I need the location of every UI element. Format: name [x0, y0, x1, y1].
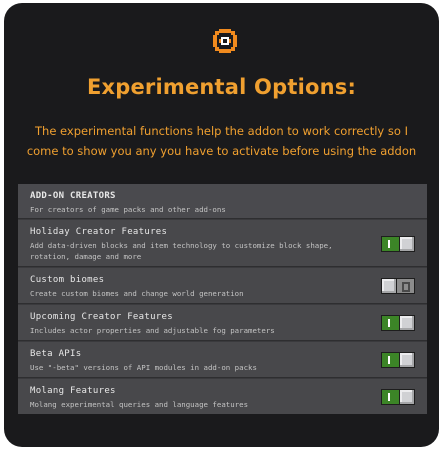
toggle-knob: [399, 236, 415, 252]
page-subtitle: The experimental functions help the addo…: [26, 124, 417, 158]
section-header: ADD-ON CREATORS For creators of game pac…: [18, 184, 427, 219]
option-title: Custom biomes: [30, 275, 105, 285]
toggle-state-icon: [402, 282, 410, 292]
option-row-holiday-creator-features: Holiday Creator Features Add data-driven…: [18, 220, 427, 267]
section-title: ADD-ON CREATORS: [30, 191, 116, 201]
beta-apis-toggle[interactable]: [381, 352, 415, 368]
option-row-custom-biomes: Custom biomes Create custom biomes and c…: [18, 268, 427, 304]
option-title: Holiday Creator Features: [30, 227, 168, 237]
custom-biomes-toggle[interactable]: [381, 278, 415, 294]
addon-logo-icon: [211, 27, 239, 55]
option-description: Create custom biomes and change world ge…: [30, 289, 244, 298]
section-description: For creators of game packs and other add…: [30, 205, 226, 214]
option-description: Includes actor properties and adjustable…: [30, 326, 275, 335]
option-row-upcoming-creator-features: Upcoming Creator Features Includes actor…: [18, 305, 427, 341]
upcoming-creator-features-toggle[interactable]: [381, 315, 415, 331]
toggle-state-icon: [388, 356, 390, 364]
option-description: Use "-beta" versions of API modules in a…: [30, 363, 257, 372]
toggle-state-icon: [388, 240, 390, 248]
toggle-knob: [399, 352, 415, 368]
toggle-state-icon: [388, 393, 390, 401]
toggle-knob: [381, 278, 397, 294]
toggle-state-icon: [388, 319, 390, 327]
option-row-beta-apis: Beta APIs Use "-beta" versions of API mo…: [18, 342, 427, 378]
holiday-creator-features-toggle[interactable]: [381, 236, 415, 252]
option-row-molang-features: Molang Features Molang experimental quer…: [18, 379, 427, 414]
molang-features-toggle[interactable]: [381, 389, 415, 405]
option-description: Molang experimental queries and language…: [30, 400, 249, 409]
toggle-knob: [399, 315, 415, 331]
experimental-options-card: Experimental Options: The experimental f…: [4, 3, 439, 447]
toggle-knob: [399, 389, 415, 405]
option-title: Upcoming Creator Features: [30, 312, 173, 322]
page-title: Experimental Options:: [86, 75, 357, 99]
options-panel: ADD-ON CREATORS For creators of game pac…: [18, 184, 427, 414]
option-description: Add data-driven blocks and item technolo…: [30, 241, 333, 261]
option-title: Beta APIs: [30, 349, 82, 359]
option-title: Molang Features: [30, 386, 116, 396]
